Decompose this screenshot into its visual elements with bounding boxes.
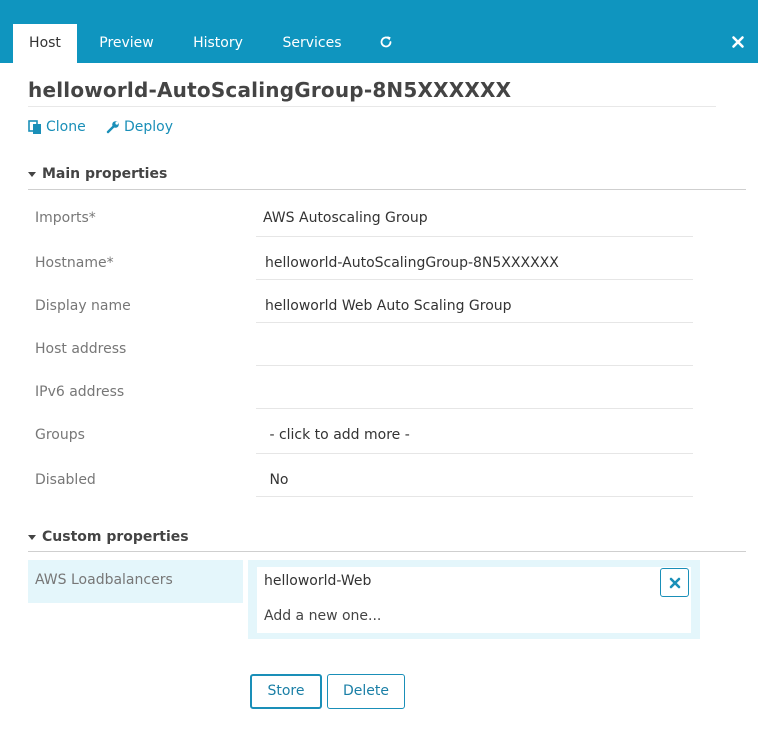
main-properties-divider [28,189,746,190]
row-divider [256,408,693,409]
copy-icon [28,119,41,134]
page-title: helloworld-AutoScalingGroup-8N5XXXXXX [28,78,512,102]
close-icon [669,577,680,588]
main-properties-title: Main properties [42,166,168,182]
close-button[interactable] [730,34,746,50]
row-divider [256,279,693,280]
custom-properties-title: Custom properties [42,529,189,545]
title-divider [28,106,716,107]
custom-properties-divider [28,551,746,552]
disabled-label: Disabled [35,472,96,488]
ipv6-address-value[interactable] [256,384,693,402]
groups-label: Groups [35,427,85,443]
store-button[interactable]: Store [250,674,322,709]
custom-properties-header[interactable]: Custom properties [28,529,189,545]
hostname-label: Hostname* [35,255,114,271]
host-address-label: Host address [35,341,127,357]
caret-down-icon [28,171,36,177]
imports-label: Imports* [35,210,96,226]
tab-services[interactable]: Services [268,24,356,63]
tab-refresh[interactable] [366,24,406,63]
display-name-label: Display name [35,298,131,314]
aws-loadbalancers-label: AWS Loadbalancers [35,572,173,588]
row-divider [256,453,693,454]
caret-down-icon [28,534,36,540]
close-icon [732,36,744,48]
hostname-value[interactable]: helloworld-AutoScalingGroup-8N5XXXXXX [256,255,693,271]
remove-item-button[interactable] [660,568,689,597]
clone-label: Clone [46,119,86,135]
main-properties-header[interactable]: Main properties [28,166,167,182]
row-divider [256,496,693,497]
tab-preview[interactable]: Preview [85,24,168,63]
tab-history[interactable]: History [176,24,260,63]
imports-value[interactable]: AWS Autoscaling Group [256,210,693,226]
host-address-value[interactable] [256,341,693,359]
clone-link[interactable]: Clone [28,118,86,136]
deploy-label: Deploy [124,119,174,135]
display-name-value[interactable]: helloworld Web Auto Scaling Group [256,298,693,314]
disabled-value[interactable]: No [256,472,693,488]
refresh-icon [380,35,392,47]
row-divider [256,322,693,323]
add-new-loadbalancer-input[interactable]: Add a new one... [264,608,381,624]
tab-host[interactable]: Host [13,24,77,63]
wrench-icon [106,121,119,134]
left-gutter [0,63,13,732]
top-bar: Host Preview History Services [0,0,758,63]
row-divider [256,365,693,366]
loadbalancer-item-input[interactable]: helloworld-Web [264,573,371,589]
deploy-link[interactable]: Deploy [106,118,173,136]
delete-button[interactable]: Delete [327,674,405,709]
ipv6-address-label: IPv6 address [35,384,125,400]
row-divider [256,236,693,237]
groups-value[interactable]: - click to add more - [256,427,693,443]
